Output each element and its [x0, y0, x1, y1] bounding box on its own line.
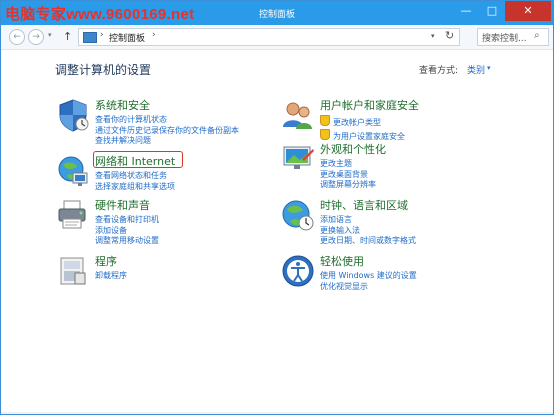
back-button[interactable]: ←	[9, 29, 25, 45]
uac-shield-icon	[320, 115, 330, 126]
control-panel-icon	[83, 32, 97, 43]
category-title[interactable]: 网络和 Internet	[95, 153, 175, 169]
link-change-theme[interactable]: 更改主题	[320, 159, 376, 170]
programs-icon[interactable]	[55, 253, 91, 289]
link-file-history-backup[interactable]: 通过文件历史记录保存你的文件备份副本	[95, 126, 239, 137]
link-text[interactable]: 更改帐户类型	[333, 118, 381, 127]
link-change-account-type[interactable]: 更改帐户类型	[320, 115, 405, 129]
link-change-input-method[interactable]: 更换输入法	[320, 226, 416, 237]
link-homegroup-sharing[interactable]: 选择家庭组和共享选项	[95, 182, 175, 193]
link-screen-resolution[interactable]: 调整屏幕分辨率	[320, 180, 376, 191]
shield-icon[interactable]	[55, 97, 91, 133]
close-button[interactable]: ✕	[505, 1, 551, 21]
up-button[interactable]: ↑	[63, 30, 72, 43]
uac-shield-icon	[320, 128, 330, 140]
ease-of-access-icon[interactable]	[280, 253, 316, 289]
control-panel-window: 电脑专家www.9600169.net 控制面板 — □ ✕ ← → ▾ ↑ ›…	[0, 0, 554, 415]
navigation-bar: ← → ▾ ↑ › 控制面板 › ▾ ↻ 搜索控制... ⌕	[1, 25, 553, 50]
category-title[interactable]: 外观和个性化	[320, 141, 386, 157]
category-title[interactable]: 硬件和声音	[95, 197, 150, 213]
users-icon[interactable]	[280, 97, 316, 133]
link-date-time-format[interactable]: 更改日期、时间或数字格式	[320, 236, 416, 247]
category-title[interactable]: 系统和安全	[95, 97, 150, 113]
breadcrumb-control-panel[interactable]: 控制面板	[109, 31, 145, 44]
link-devices-printers[interactable]: 查看设备和打印机	[95, 215, 159, 226]
network-icon[interactable]	[55, 153, 91, 189]
link-uninstall-program[interactable]: 卸载程序	[95, 271, 127, 282]
refresh-button[interactable]: ↻	[445, 29, 454, 42]
link-add-language[interactable]: 添加语言	[320, 215, 416, 226]
link-add-device[interactable]: 添加设备	[95, 226, 159, 237]
view-by-label: 查看方式:	[419, 66, 459, 76]
link-optimize-visual-display[interactable]: 优化视觉显示	[320, 282, 417, 293]
page-title: 调整计算机的设置	[55, 63, 152, 77]
link-desktop-background[interactable]: 更改桌面背景	[320, 170, 376, 181]
breadcrumb-separator[interactable]: ›	[152, 30, 156, 40]
printer-icon[interactable]	[55, 197, 91, 233]
globe-clock-icon[interactable]	[280, 197, 316, 233]
view-by-dropdown[interactable]: 类别	[467, 63, 485, 76]
maximize-button[interactable]: □	[479, 1, 505, 21]
address-bar[interactable]: › 控制面板 › ▾ ↻	[78, 28, 460, 46]
minimize-button[interactable]: —	[453, 1, 479, 21]
bottom-border	[1, 412, 553, 414]
search-placeholder: 搜索控制...	[482, 34, 527, 44]
chevron-down-icon[interactable]: ▾	[487, 64, 491, 72]
link-mobility-settings[interactable]: 调整常用移动设置	[95, 236, 159, 247]
link-troubleshoot[interactable]: 查找并解决问题	[95, 136, 239, 147]
link-view-computer-status[interactable]: 查看你的计算机状态	[95, 115, 239, 126]
link-text[interactable]: 为用户设置家庭安全	[333, 132, 405, 141]
forward-button[interactable]: →	[28, 29, 44, 45]
search-icon[interactable]: ⌕	[534, 30, 540, 41]
breadcrumb-separator[interactable]: ›	[100, 30, 104, 40]
recent-locations-dropdown[interactable]: ▾	[48, 31, 52, 39]
search-input[interactable]: 搜索控制... ⌕	[477, 28, 549, 46]
category-title[interactable]: 时钟、语言和区域	[320, 197, 408, 213]
category-title[interactable]: 程序	[95, 253, 117, 269]
link-recommended-settings[interactable]: 使用 Windows 建议的设置	[320, 271, 417, 282]
address-dropdown[interactable]: ▾	[431, 32, 435, 40]
appearance-icon[interactable]	[280, 141, 316, 177]
category-title[interactable]: 轻松使用	[320, 253, 364, 269]
link-network-status[interactable]: 查看网络状态和任务	[95, 171, 175, 182]
category-title[interactable]: 用户帐户和家庭安全	[320, 97, 419, 113]
link-family-safety[interactable]: 为用户设置家庭安全	[320, 128, 405, 143]
title-bar[interactable]: 电脑专家www.9600169.net 控制面板 — □ ✕	[1, 1, 553, 25]
